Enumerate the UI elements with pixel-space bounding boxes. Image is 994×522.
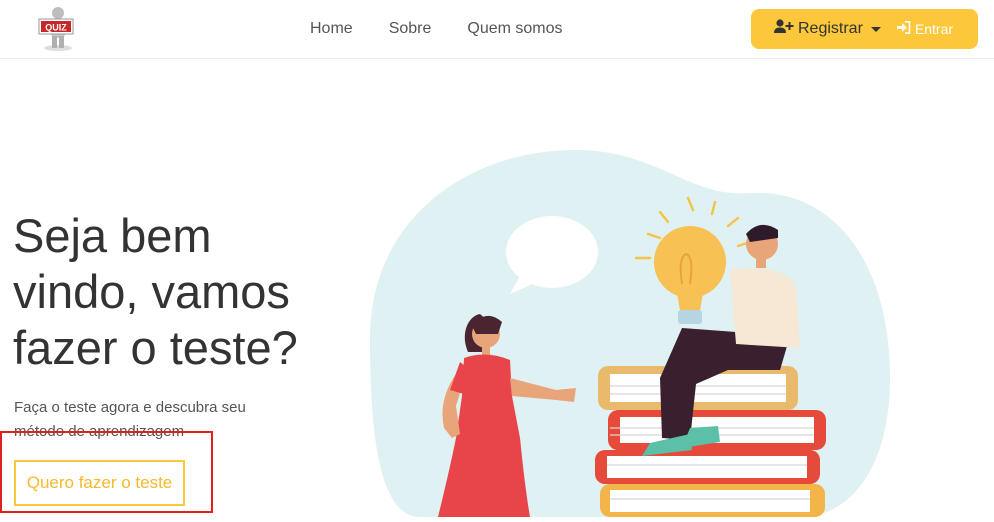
hero-illustration — [360, 138, 900, 518]
hero-title: Seja bem vindo, vamos fazer o teste? — [13, 208, 333, 376]
navbar: QUIZ Home Sobre Quem somos Registrar Ent… — [0, 0, 994, 59]
hero-title-line-3: fazer o teste? — [13, 321, 298, 374]
login-label: Entrar — [914, 21, 954, 37]
register-dropdown-button[interactable]: Registrar — [774, 19, 881, 39]
caret-down-icon — [870, 26, 881, 32]
sign-in-icon — [896, 21, 915, 37]
start-quiz-button[interactable]: Quero fazer o teste — [14, 460, 185, 506]
register-label: Registrar — [798, 20, 863, 37]
svg-text:QUIZ: QUIZ — [45, 23, 67, 33]
user-plus-icon — [774, 19, 798, 39]
nav-sobre-link[interactable]: Sobre — [389, 20, 432, 38]
login-button[interactable]: Entrar — [896, 21, 954, 37]
nav-links: Home Sobre Quem somos — [292, 0, 581, 58]
nav-home-link[interactable]: Home — [310, 20, 353, 38]
quiz-logo[interactable]: QUIZ — [34, 6, 82, 52]
hero-title-line-2: vindo, vamos — [13, 265, 290, 318]
hero-subtitle: Faça o teste agora e descubra seu método… — [14, 399, 246, 440]
hero-title-line-1: Seja bem — [13, 209, 212, 262]
nav-quem-somos-link[interactable]: Quem somos — [467, 20, 562, 38]
auth-button-group: Registrar Entrar — [751, 9, 978, 49]
